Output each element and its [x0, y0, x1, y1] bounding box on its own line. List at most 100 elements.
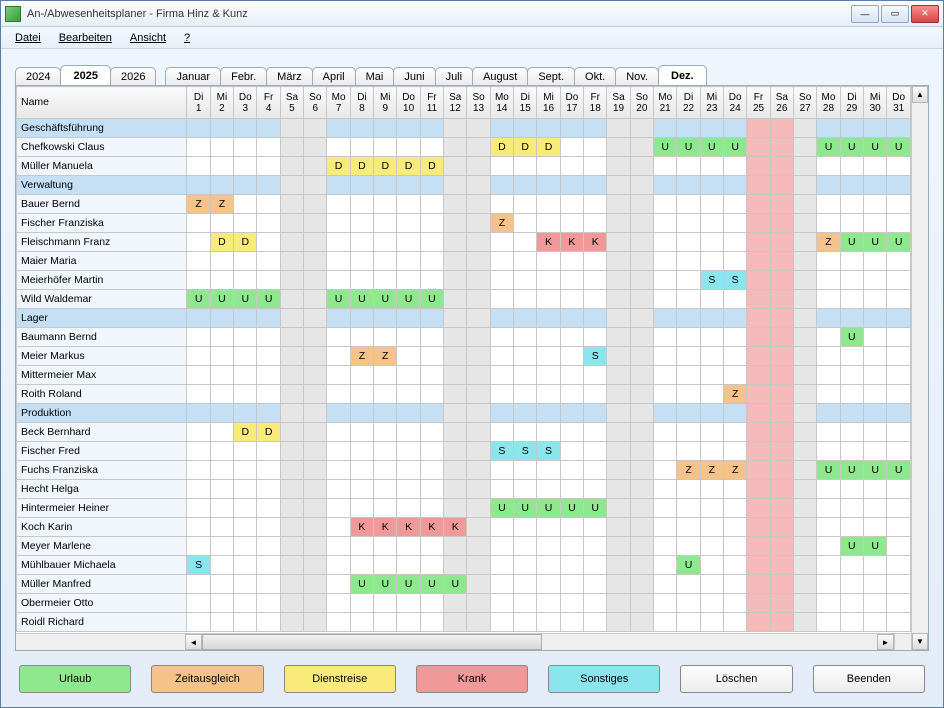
day-cell[interactable]: [607, 423, 630, 442]
day-cell[interactable]: [840, 499, 863, 518]
day-cell[interactable]: [187, 518, 210, 537]
day-cell[interactable]: [863, 423, 886, 442]
day-cell[interactable]: [794, 575, 817, 594]
day-cell[interactable]: [374, 214, 397, 233]
day-cell[interactable]: S: [537, 442, 560, 461]
day-cell[interactable]: [560, 138, 583, 157]
month-tab[interactable]: Sept.: [527, 67, 575, 85]
day-cell[interactable]: [514, 195, 537, 214]
month-tab[interactable]: Nov.: [615, 67, 659, 85]
day-cell[interactable]: [700, 423, 723, 442]
day-cell[interactable]: U: [397, 575, 420, 594]
day-cell[interactable]: [350, 423, 373, 442]
day-cell[interactable]: [234, 385, 257, 404]
day-cell[interactable]: [677, 366, 700, 385]
day-cell[interactable]: [537, 195, 560, 214]
urlaub-button[interactable]: Urlaub: [19, 665, 131, 693]
day-cell[interactable]: [280, 347, 303, 366]
day-cell[interactable]: [630, 328, 653, 347]
day-cell[interactable]: [747, 233, 770, 252]
day-cell[interactable]: [630, 594, 653, 613]
day-cell[interactable]: [817, 290, 840, 309]
day-cell[interactable]: [257, 385, 280, 404]
day-cell[interactable]: [724, 575, 747, 594]
day-cell[interactable]: [444, 347, 467, 366]
day-cell[interactable]: U: [514, 499, 537, 518]
day-header[interactable]: Mo28: [817, 87, 840, 119]
day-cell[interactable]: [817, 347, 840, 366]
day-cell[interactable]: [327, 347, 350, 366]
day-cell[interactable]: [327, 423, 350, 442]
day-cell[interactable]: [350, 252, 373, 271]
day-cell[interactable]: [560, 480, 583, 499]
day-cell[interactable]: [630, 252, 653, 271]
beenden-button[interactable]: Beenden: [813, 665, 925, 693]
day-cell[interactable]: [607, 594, 630, 613]
day-cell[interactable]: [560, 518, 583, 537]
day-cell[interactable]: [280, 442, 303, 461]
person-name[interactable]: Obermeier Otto: [17, 594, 187, 613]
day-cell[interactable]: [863, 290, 886, 309]
day-cell[interactable]: [607, 233, 630, 252]
day-cell[interactable]: Z: [374, 347, 397, 366]
day-cell[interactable]: U: [584, 499, 607, 518]
day-cell[interactable]: [187, 537, 210, 556]
day-header[interactable]: Do31: [887, 87, 911, 119]
day-cell[interactable]: [514, 328, 537, 347]
day-cell[interactable]: [490, 157, 513, 176]
day-cell[interactable]: [794, 537, 817, 556]
day-cell[interactable]: [420, 537, 443, 556]
day-cell[interactable]: [467, 328, 490, 347]
day-cell[interactable]: [234, 157, 257, 176]
person-name[interactable]: Meyer Marlene: [17, 537, 187, 556]
day-cell[interactable]: [770, 594, 793, 613]
day-header[interactable]: Mo7: [327, 87, 350, 119]
day-cell[interactable]: [327, 499, 350, 518]
day-cell[interactable]: [817, 537, 840, 556]
day-cell[interactable]: [187, 252, 210, 271]
day-cell[interactable]: D: [350, 157, 373, 176]
day-cell[interactable]: [584, 480, 607, 499]
day-cell[interactable]: [397, 195, 420, 214]
day-cell[interactable]: [840, 347, 863, 366]
day-cell[interactable]: [490, 480, 513, 499]
day-cell[interactable]: [257, 613, 280, 632]
day-cell[interactable]: [420, 480, 443, 499]
scroll-right-button[interactable]: ►: [877, 634, 894, 650]
day-cell[interactable]: [490, 461, 513, 480]
day-cell[interactable]: [514, 157, 537, 176]
person-name[interactable]: Roith Roland: [17, 385, 187, 404]
day-cell[interactable]: [327, 537, 350, 556]
day-cell[interactable]: [817, 499, 840, 518]
day-cell[interactable]: [770, 271, 793, 290]
day-cell[interactable]: [187, 442, 210, 461]
day-cell[interactable]: [467, 575, 490, 594]
day-cell[interactable]: [514, 480, 537, 499]
day-cell[interactable]: [374, 556, 397, 575]
day-cell[interactable]: [537, 252, 560, 271]
day-cell[interactable]: [607, 290, 630, 309]
day-cell[interactable]: [770, 461, 793, 480]
day-cell[interactable]: [747, 195, 770, 214]
day-cell[interactable]: U: [187, 290, 210, 309]
day-cell[interactable]: [794, 290, 817, 309]
day-cell[interactable]: [700, 195, 723, 214]
day-cell[interactable]: [327, 594, 350, 613]
day-cell[interactable]: [724, 328, 747, 347]
day-cell[interactable]: [327, 328, 350, 347]
day-header[interactable]: So20: [630, 87, 653, 119]
day-cell[interactable]: [374, 461, 397, 480]
day-cell[interactable]: [257, 157, 280, 176]
day-cell[interactable]: [607, 556, 630, 575]
day-cell[interactable]: U: [840, 138, 863, 157]
day-cell[interactable]: [374, 480, 397, 499]
day-cell[interactable]: [840, 594, 863, 613]
day-cell[interactable]: [700, 290, 723, 309]
day-cell[interactable]: [560, 214, 583, 233]
month-tab[interactable]: Mai: [355, 67, 395, 85]
day-cell[interactable]: [724, 499, 747, 518]
day-cell[interactable]: [560, 385, 583, 404]
day-cell[interactable]: [397, 138, 420, 157]
person-name[interactable]: Müller Manuela: [17, 157, 187, 176]
day-cell[interactable]: [304, 442, 327, 461]
